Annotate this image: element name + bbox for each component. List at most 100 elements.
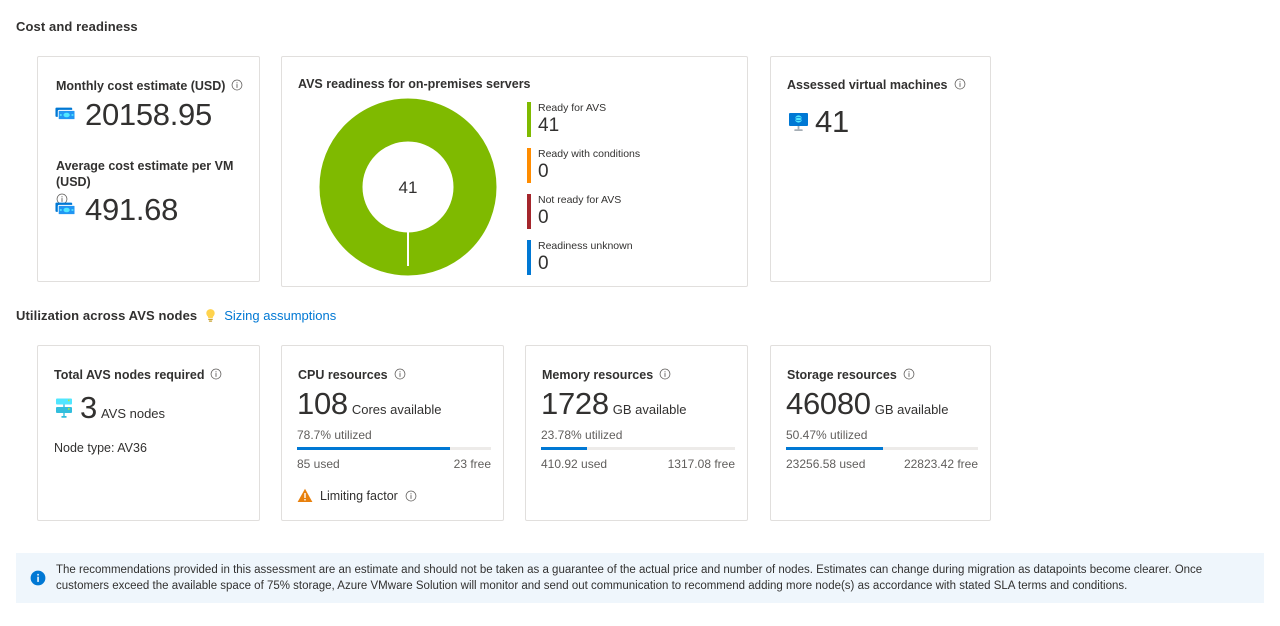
storage-value-row: 46080 GB available: [786, 386, 948, 422]
donut-center-value: 41: [399, 178, 418, 197]
info-banner-text: The recommendations provided in this ass…: [56, 564, 1203, 592]
total-nodes-value-row: 3 AVS nodes: [54, 390, 165, 426]
cost-estimate-card: Monthly cost estimate (USD) 20158.95 Ave…: [37, 56, 260, 282]
monthly-cost-label-row: Monthly cost estimate (USD): [56, 78, 251, 94]
cpu-value-row: 108 Cores available: [297, 386, 441, 422]
memory-free: 1317.08 free: [667, 457, 735, 471]
legend-label: Ready with conditions: [538, 148, 641, 160]
legend-swatch-orange: [527, 148, 531, 183]
assessed-vms-card: Assessed virtual machines 41: [770, 56, 991, 282]
utilization-heading: Utilization across AVS nodes: [16, 308, 198, 323]
storage-progress-fill: [786, 447, 883, 450]
cpu-used: 85 used: [297, 457, 340, 471]
cpu-utilized-text: 78.7% utilized: [297, 428, 372, 442]
total-nodes-label: Total AVS nodes required: [54, 368, 205, 382]
legend-label: Ready for AVS: [538, 102, 607, 114]
utilization-heading-row: Utilization across AVS nodes Sizing assu…: [16, 308, 336, 323]
cpu-unit: Cores available: [351, 402, 442, 417]
readiness-legend: Ready for AVS 41 Ready with conditions 0…: [527, 102, 640, 286]
limiting-factor-row: Limiting factor: [297, 488, 417, 503]
legend-value: 0: [538, 161, 549, 182]
money-icon: [55, 202, 76, 216]
legend-item-ready-for-avs[interactable]: Ready for AVS 41: [527, 102, 640, 137]
cpu-label: CPU resources: [298, 368, 388, 382]
assessed-vms-label: Assessed virtual machines: [787, 78, 948, 92]
cpu-utilization-block: 78.7% utilized 85 used 23 free: [297, 428, 491, 471]
memory-unit: GB available: [612, 402, 687, 417]
avs-readiness-title: AVS readiness for on-premises servers: [298, 77, 531, 91]
legend-swatch-green: [527, 102, 531, 137]
storage-progress-bar: [786, 447, 978, 450]
memory-progress-fill: [541, 447, 588, 450]
info-icon[interactable]: [405, 490, 417, 502]
storage-label: Storage resources: [787, 368, 897, 382]
cpu-label-row: CPU resources: [298, 367, 406, 383]
storage-utilized-text: 50.47% utilized: [786, 428, 868, 442]
memory-value-row: 1728 GB available: [541, 386, 686, 422]
storage-value: 46080: [786, 386, 871, 421]
storage-bar-footer: 23256.58 used 22823.42 free: [786, 457, 978, 471]
server-nodes-icon: [56, 398, 72, 418]
sizing-assumptions-link[interactable]: Sizing assumptions: [224, 308, 336, 323]
assessed-vms-label-row: Assessed virtual machines: [787, 77, 966, 93]
virtual-machine-icon: [789, 113, 808, 131]
memory-resources-card: Memory resources 1728 GB available 23.78…: [525, 345, 748, 521]
cpu-bar-footer: 85 used 23 free: [297, 457, 491, 471]
legend-value: 41: [538, 115, 560, 136]
money-icon: [55, 107, 76, 121]
storage-free: 22823.42 free: [903, 457, 978, 471]
cpu-progress-bar: [297, 447, 491, 450]
storage-resources-card: Storage resources 46080 GB available 50.…: [770, 345, 991, 521]
total-avs-nodes-card: Total AVS nodes required 3 AVS nodes Nod…: [37, 345, 260, 521]
memory-utilization-block: 23.78% utilized 410.92 used 1317.08 free: [541, 428, 735, 471]
legend-item-not-ready-for-avs[interactable]: Not ready for AVS 0: [527, 194, 640, 229]
node-type-text: Node type: AV36: [54, 441, 147, 455]
memory-label-row: Memory resources: [542, 367, 671, 383]
cpu-resources-card: CPU resources 108 Cores available 78.7% …: [281, 345, 504, 521]
readiness-donut-chart: 41: [318, 97, 498, 282]
memory-bar-footer: 410.92 used 1317.08 free: [541, 457, 735, 471]
avg-cost-label: Average cost estimate per VM (USD): [56, 159, 234, 189]
memory-label: Memory resources: [542, 368, 654, 382]
storage-label-row: Storage resources: [787, 367, 915, 383]
monthly-cost-label: Monthly cost estimate (USD): [56, 79, 226, 93]
cpu-progress-fill: [297, 447, 450, 450]
info-icon[interactable]: [659, 368, 671, 380]
legend-value: 0: [538, 253, 549, 274]
avg-cost-value-row: 491.68: [55, 192, 178, 228]
assessed-vms-value-row: 41: [787, 104, 849, 140]
cpu-free: 23 free: [453, 457, 491, 471]
storage-unit: GB available: [874, 402, 949, 417]
legend-item-readiness-unknown[interactable]: Readiness unknown 0: [527, 240, 640, 275]
cost-and-readiness-heading: Cost and readiness: [16, 19, 138, 34]
legend-swatch-blue: [527, 240, 531, 275]
info-icon[interactable]: [954, 78, 966, 90]
memory-used: 410.92 used: [541, 457, 608, 471]
total-nodes-unit: AVS nodes: [100, 406, 166, 421]
info-icon[interactable]: [903, 368, 915, 380]
lightbulb-icon: [206, 309, 215, 322]
memory-value: 1728: [541, 386, 609, 421]
info-icon[interactable]: [394, 368, 406, 380]
memory-utilized-text: 23.78% utilized: [541, 428, 623, 442]
total-nodes-value: 3: [80, 390, 97, 425]
legend-swatch-red: [527, 194, 531, 229]
assessed-vms-value: 41: [815, 104, 849, 139]
memory-progress-bar: [541, 447, 735, 450]
legend-label: Not ready for AVS: [538, 194, 622, 206]
monthly-cost-value: 20158.95: [85, 97, 212, 132]
total-nodes-label-row: Total AVS nodes required: [54, 367, 222, 383]
legend-label: Readiness unknown: [538, 240, 633, 252]
avs-readiness-card: AVS readiness for on-premises servers 41…: [281, 56, 748, 287]
legend-value: 0: [538, 207, 549, 228]
info-filled-icon: [30, 570, 46, 586]
legend-item-ready-with-conditions[interactable]: Ready with conditions 0: [527, 148, 640, 183]
limiting-factor-label: Limiting factor: [320, 488, 398, 503]
info-icon[interactable]: [210, 368, 222, 380]
monthly-cost-value-row: 20158.95: [55, 97, 212, 133]
cpu-value: 108: [297, 386, 348, 421]
warning-triangle-icon: [297, 488, 313, 502]
storage-used: 23256.58 used: [786, 457, 866, 471]
avg-cost-value: 491.68: [85, 192, 179, 227]
info-icon[interactable]: [231, 79, 243, 91]
